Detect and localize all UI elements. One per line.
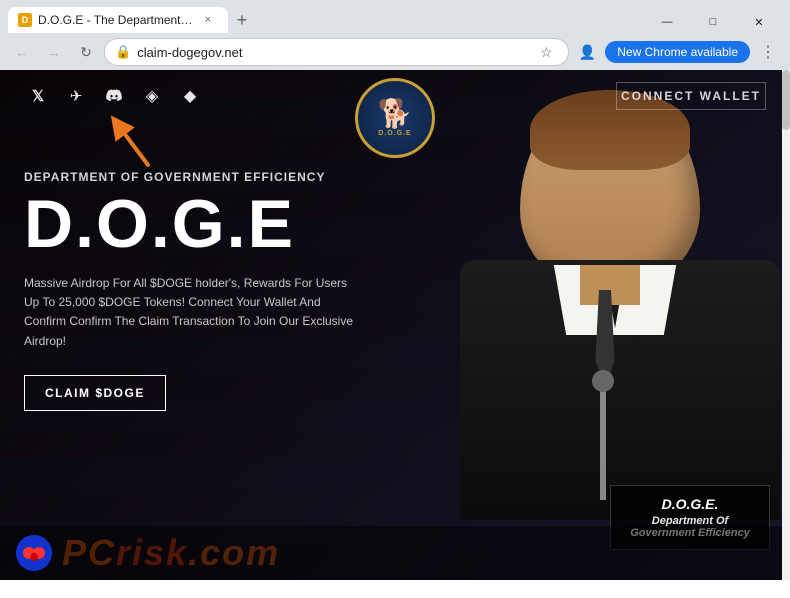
tab-close-button[interactable]: × (200, 12, 216, 28)
watermark-com: .com (188, 532, 280, 573)
new-tab-button[interactable]: + (228, 6, 256, 34)
watermark-risk: risk (116, 532, 188, 573)
window-controls: — □ ✕ (636, 0, 790, 44)
site-logo: 🐕 D.O.G.E (355, 78, 435, 158)
forward-button[interactable]: → (40, 38, 68, 66)
lock-icon: 🔒 (115, 44, 131, 60)
ethereum-icon[interactable]: ◆ (176, 82, 204, 110)
claim-button[interactable]: CLAIM $DOGE (24, 375, 166, 411)
hero-subtitle: DEPARTMENT OF GOVERNMENT EFFICIENCY (24, 170, 354, 184)
chrome-update-button[interactable]: New Chrome available (605, 41, 750, 63)
opensea-icon[interactable]: ◈ (138, 82, 166, 110)
profile-button[interactable]: 👤 (573, 38, 601, 66)
address-bar[interactable]: 🔒 claim-dogegov.net ☆ (104, 38, 569, 66)
reload-button[interactable]: ↻ (72, 38, 100, 66)
browser-chrome: D D.O.G.E - The Department of G... × + —… (0, 0, 790, 70)
watermark-pc: PC (62, 532, 116, 573)
back-button[interactable]: ← (8, 38, 36, 66)
podium-title: D.O.G.E. (627, 496, 753, 512)
discord-icon[interactable] (100, 82, 128, 110)
close-window-button[interactable]: ✕ (736, 6, 782, 38)
hero-description: Massive Airdrop For All $DOGE holder's, … (24, 274, 354, 351)
bookmark-icon[interactable]: ☆ (534, 40, 558, 64)
person-figure (460, 90, 780, 520)
watermark-bar: PCrisk.com (0, 526, 790, 580)
logo-inner: 🐕 D.O.G.E (378, 100, 413, 137)
maximize-button[interactable]: □ (690, 6, 736, 38)
x-twitter-icon[interactable]: 𝕏 (24, 82, 52, 110)
social-icons-group: 𝕏 ✈ ◈ ◆ (24, 82, 204, 110)
pcrisk-logo (16, 535, 52, 571)
watermark-text: PCrisk.com (62, 532, 280, 574)
url-text: claim-dogegov.net (137, 45, 528, 60)
telegram-icon[interactable]: ✈ (62, 82, 90, 110)
hero-content: DEPARTMENT OF GOVERNMENT EFFICIENCY D.O.… (24, 170, 354, 411)
minimize-button[interactable]: — (644, 6, 690, 38)
hero-title: D.O.G.E (24, 190, 354, 258)
tab-favicon: D (18, 13, 32, 27)
website-content: 𝕏 ✈ ◈ ◆ (0, 70, 790, 580)
connect-wallet-button[interactable]: CONNECT WALLET (616, 82, 766, 110)
logo-text: D.O.G.E (378, 130, 413, 137)
doge-emoji: 🐕 (378, 100, 413, 128)
scrollbar-thumb[interactable] (782, 70, 790, 130)
website-nav: 𝕏 ✈ ◈ ◆ (0, 70, 790, 122)
scrollbar-track[interactable] (782, 70, 790, 580)
microphone (592, 370, 614, 392)
tab-bar: D D.O.G.E - The Department of G... × + —… (0, 0, 790, 34)
profile-icon: 👤 (579, 44, 596, 61)
active-tab[interactable]: D D.O.G.E - The Department of G... × (8, 7, 228, 33)
tab-title: D.O.G.E - The Department of G... (38, 13, 194, 27)
mic-stand (600, 380, 606, 500)
